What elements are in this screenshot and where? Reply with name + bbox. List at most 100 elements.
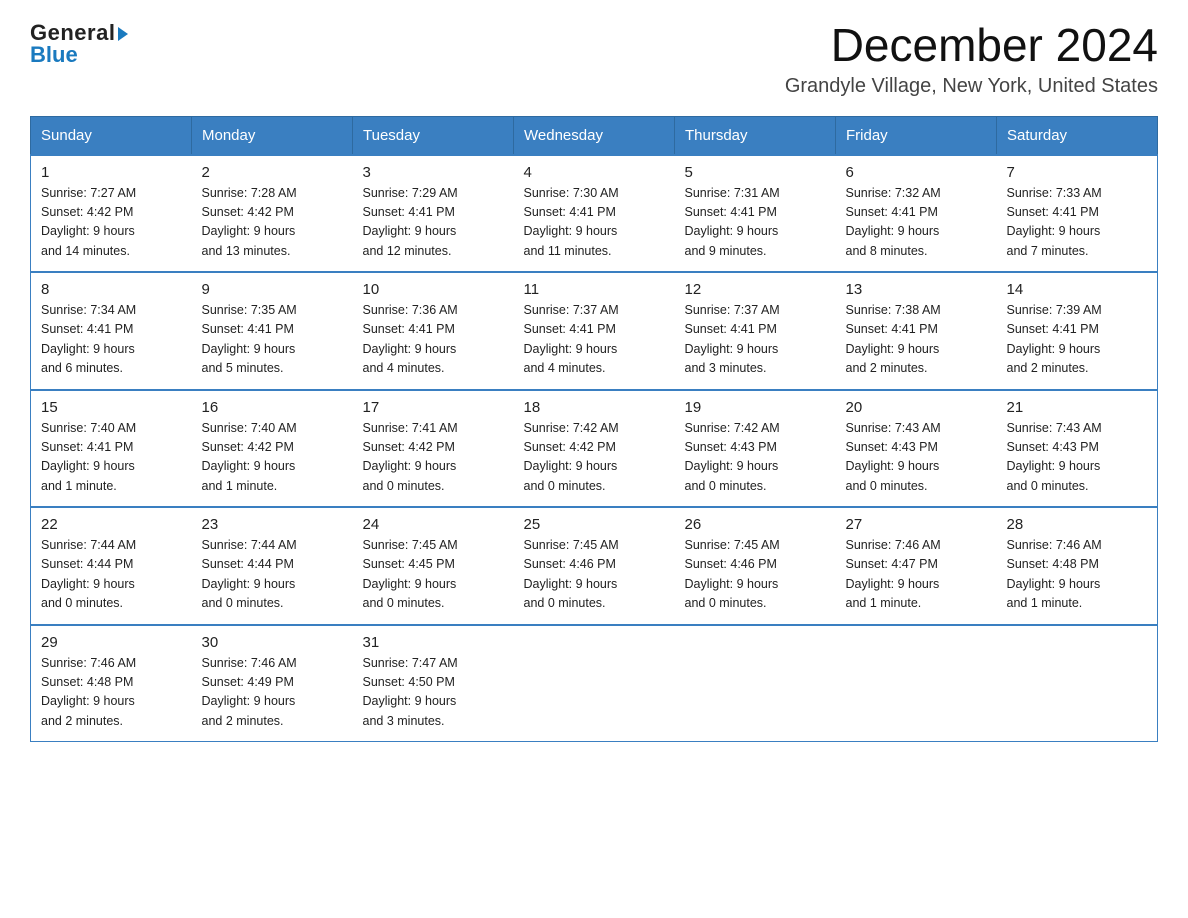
day-info: Sunrise: 7:46 AMSunset: 4:49 PMDaylight:… [202, 654, 343, 732]
calendar-cell: 17 Sunrise: 7:41 AMSunset: 4:42 PMDayligh… [353, 390, 514, 508]
day-header-monday: Monday [192, 116, 353, 155]
day-number: 4 [524, 164, 665, 181]
logo-arrow-icon [118, 27, 128, 41]
calendar-cell: 11 Sunrise: 7:37 AMSunset: 4:41 PMDayligh… [514, 272, 675, 390]
day-number: 28 [1007, 516, 1148, 533]
day-number: 7 [1007, 164, 1148, 181]
day-number: 21 [1007, 399, 1148, 416]
page-header: General Blue December 2024 Grandyle Vill… [30, 20, 1158, 98]
day-info: Sunrise: 7:35 AMSunset: 4:41 PMDaylight:… [202, 301, 343, 379]
day-number: 2 [202, 164, 343, 181]
day-info: Sunrise: 7:43 AMSunset: 4:43 PMDaylight:… [846, 419, 987, 497]
calendar-cell: 12 Sunrise: 7:37 AMSunset: 4:41 PMDayligh… [675, 272, 836, 390]
day-header-friday: Friday [836, 116, 997, 155]
day-info: Sunrise: 7:31 AMSunset: 4:41 PMDaylight:… [685, 184, 826, 262]
day-info: Sunrise: 7:41 AMSunset: 4:42 PMDaylight:… [363, 419, 504, 497]
day-number: 30 [202, 634, 343, 651]
day-number: 20 [846, 399, 987, 416]
day-info: Sunrise: 7:44 AMSunset: 4:44 PMDaylight:… [202, 536, 343, 614]
day-info: Sunrise: 7:43 AMSunset: 4:43 PMDaylight:… [1007, 419, 1148, 497]
calendar-cell [675, 625, 836, 742]
week-row-4: 22 Sunrise: 7:44 AMSunset: 4:44 PMDayligh… [31, 507, 1158, 625]
day-number: 22 [41, 516, 182, 533]
calendar-cell: 10Sunrise: 7:36 AMSunset: 4:41 PMDayligh… [353, 272, 514, 390]
day-number: 25 [524, 516, 665, 533]
week-row-3: 15 Sunrise: 7:40 AMSunset: 4:41 PMDayligh… [31, 390, 1158, 508]
calendar-cell: 7 Sunrise: 7:33 AMSunset: 4:41 PMDaylight… [997, 155, 1158, 273]
day-header-sunday: Sunday [31, 116, 192, 155]
calendar-cell: 8 Sunrise: 7:34 AMSunset: 4:41 PMDaylight… [31, 272, 192, 390]
day-info: Sunrise: 7:37 AMSunset: 4:41 PMDaylight:… [524, 301, 665, 379]
calendar-cell: 15 Sunrise: 7:40 AMSunset: 4:41 PMDayligh… [31, 390, 192, 508]
day-number: 23 [202, 516, 343, 533]
day-info: Sunrise: 7:46 AMSunset: 4:48 PMDaylight:… [1007, 536, 1148, 614]
calendar-cell: 13Sunrise: 7:38 AMSunset: 4:41 PMDayligh… [836, 272, 997, 390]
calendar-cell: 28 Sunrise: 7:46 AMSunset: 4:48 PMDayligh… [997, 507, 1158, 625]
day-info: Sunrise: 7:42 AMSunset: 4:42 PMDaylight:… [524, 419, 665, 497]
calendar-cell [836, 625, 997, 742]
day-info: Sunrise: 7:47 AMSunset: 4:50 PMDaylight:… [363, 654, 504, 732]
day-info: Sunrise: 7:37 AMSunset: 4:41 PMDaylight:… [685, 301, 826, 379]
day-header-tuesday: Tuesday [353, 116, 514, 155]
calendar-cell: 18 Sunrise: 7:42 AMSunset: 4:42 PMDayligh… [514, 390, 675, 508]
day-info: Sunrise: 7:46 AMSunset: 4:48 PMDaylight:… [41, 654, 182, 732]
day-number: 18 [524, 399, 665, 416]
day-number: 9 [202, 281, 343, 298]
calendar-cell: 5 Sunrise: 7:31 AMSunset: 4:41 PMDaylight… [675, 155, 836, 273]
logo-blue-text: Blue [30, 42, 78, 68]
day-info: Sunrise: 7:30 AMSunset: 4:41 PMDaylight:… [524, 184, 665, 262]
day-info: Sunrise: 7:45 AMSunset: 4:46 PMDaylight:… [524, 536, 665, 614]
calendar-cell: 2 Sunrise: 7:28 AMSunset: 4:42 PMDaylight… [192, 155, 353, 273]
day-number: 26 [685, 516, 826, 533]
calendar-cell: 24Sunrise: 7:45 AMSunset: 4:45 PMDayligh… [353, 507, 514, 625]
day-info: Sunrise: 7:38 AMSunset: 4:41 PMDaylight:… [846, 301, 987, 379]
day-number: 8 [41, 281, 182, 298]
logo: General Blue [30, 20, 128, 68]
day-number: 29 [41, 634, 182, 651]
day-info: Sunrise: 7:32 AMSunset: 4:41 PMDaylight:… [846, 184, 987, 262]
day-number: 5 [685, 164, 826, 181]
calendar-cell: 16Sunrise: 7:40 AMSunset: 4:42 PMDayligh… [192, 390, 353, 508]
day-header-saturday: Saturday [997, 116, 1158, 155]
day-info: Sunrise: 7:28 AMSunset: 4:42 PMDaylight:… [202, 184, 343, 262]
day-header-thursday: Thursday [675, 116, 836, 155]
day-number: 12 [685, 281, 826, 298]
calendar-cell: 30 Sunrise: 7:46 AMSunset: 4:49 PMDayligh… [192, 625, 353, 742]
day-number: 6 [846, 164, 987, 181]
day-header-wednesday: Wednesday [514, 116, 675, 155]
day-number: 15 [41, 399, 182, 416]
calendar-cell: 27Sunrise: 7:46 AMSunset: 4:47 PMDayligh… [836, 507, 997, 625]
day-info: Sunrise: 7:29 AMSunset: 4:41 PMDaylight:… [363, 184, 504, 262]
calendar-cell: 26Sunrise: 7:45 AMSunset: 4:46 PMDayligh… [675, 507, 836, 625]
calendar-header-row: SundayMondayTuesdayWednesdayThursdayFrid… [31, 116, 1158, 155]
day-info: Sunrise: 7:34 AMSunset: 4:41 PMDaylight:… [41, 301, 182, 379]
day-number: 31 [363, 634, 504, 651]
calendar-cell: 4 Sunrise: 7:30 AMSunset: 4:41 PMDaylight… [514, 155, 675, 273]
calendar-cell: 31 Sunrise: 7:47 AMSunset: 4:50 PMDayligh… [353, 625, 514, 742]
day-number: 10 [363, 281, 504, 298]
calendar-cell: 14Sunrise: 7:39 AMSunset: 4:41 PMDayligh… [997, 272, 1158, 390]
calendar-cell: 21 Sunrise: 7:43 AMSunset: 4:43 PMDayligh… [997, 390, 1158, 508]
calendar-cell: 25 Sunrise: 7:45 AMSunset: 4:46 PMDayligh… [514, 507, 675, 625]
day-number: 16 [202, 399, 343, 416]
calendar-cell: 29 Sunrise: 7:46 AMSunset: 4:48 PMDayligh… [31, 625, 192, 742]
day-info: Sunrise: 7:27 AMSunset: 4:42 PMDaylight:… [41, 184, 182, 262]
day-number: 17 [363, 399, 504, 416]
day-info: Sunrise: 7:46 AMSunset: 4:47 PMDaylight:… [846, 536, 987, 614]
week-row-2: 8 Sunrise: 7:34 AMSunset: 4:41 PMDaylight… [31, 272, 1158, 390]
calendar-cell: 3Sunrise: 7:29 AMSunset: 4:41 PMDaylight… [353, 155, 514, 273]
day-info: Sunrise: 7:40 AMSunset: 4:41 PMDaylight:… [41, 419, 182, 497]
calendar-cell: 19Sunrise: 7:42 AMSunset: 4:43 PMDayligh… [675, 390, 836, 508]
title-block: December 2024 Grandyle Village, New York… [785, 20, 1158, 98]
day-number: 11 [524, 281, 665, 298]
day-info: Sunrise: 7:44 AMSunset: 4:44 PMDaylight:… [41, 536, 182, 614]
calendar-cell [997, 625, 1158, 742]
day-info: Sunrise: 7:42 AMSunset: 4:43 PMDaylight:… [685, 419, 826, 497]
day-number: 14 [1007, 281, 1148, 298]
day-info: Sunrise: 7:33 AMSunset: 4:41 PMDaylight:… [1007, 184, 1148, 262]
day-info: Sunrise: 7:45 AMSunset: 4:45 PMDaylight:… [363, 536, 504, 614]
calendar-cell: 1Sunrise: 7:27 AMSunset: 4:42 PMDaylight… [31, 155, 192, 273]
calendar-cell [514, 625, 675, 742]
location-title: Grandyle Village, New York, United State… [785, 75, 1158, 98]
calendar-cell: 20 Sunrise: 7:43 AMSunset: 4:43 PMDayligh… [836, 390, 997, 508]
